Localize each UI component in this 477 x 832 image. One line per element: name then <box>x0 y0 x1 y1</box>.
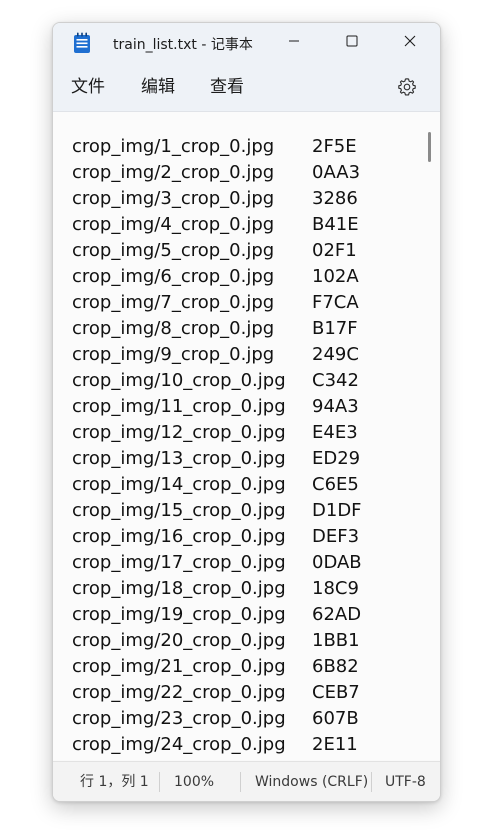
text-line: crop_img/23_crop_0.jpg 607B <box>72 706 362 732</box>
status-divider <box>159 772 160 792</box>
minimize-icon <box>289 40 299 42</box>
line-code: 62AD <box>312 604 362 625</box>
text-line: crop_img/5_crop_0.jpg 02F1 <box>72 238 362 264</box>
line-code: 607B <box>312 708 359 729</box>
line-filename: crop_img/17_crop_0.jpg <box>72 552 286 573</box>
line-code: ED29 <box>312 448 361 469</box>
line-code: 02F1 <box>312 240 357 261</box>
line-code: 3286 <box>312 188 358 209</box>
line-code: 102A <box>312 266 359 287</box>
line-filename: crop_img/7_crop_0.jpg <box>72 292 275 313</box>
line-filename: crop_img/20_crop_0.jpg <box>72 630 286 651</box>
text-line: crop_img/20_crop_0.jpg 1BB1 <box>72 628 362 654</box>
text-line: crop_img/7_crop_0.jpg F7CA <box>72 290 362 316</box>
text-line: crop_img/1_crop_0.jpg 2F5E <box>72 134 362 160</box>
maximize-button[interactable] <box>323 23 381 59</box>
text-line: crop_img/18_crop_0.jpg 18C9 <box>72 576 362 602</box>
line-filename: crop_img/22_crop_0.jpg <box>72 682 286 703</box>
line-filename: crop_img/8_crop_0.jpg <box>72 318 275 339</box>
notepad-window: train_list.txt - 记事本 文件 编辑 查看 crop_img/1… <box>52 22 441 802</box>
zoom-level[interactable]: 100% <box>174 762 214 801</box>
line-code: 94A3 <box>312 396 359 417</box>
line-filename: crop_img/4_crop_0.jpg <box>72 214 275 235</box>
menu-file[interactable]: 文件 <box>63 63 113 111</box>
text-line: crop_img/22_crop_0.jpg CEB7 <box>72 680 362 706</box>
line-code: 18C9 <box>312 578 359 599</box>
notepad-app-icon <box>73 32 91 54</box>
line-code: C6E5 <box>312 474 359 495</box>
text-line: crop_img/12_crop_0.jpg E4E3 <box>72 420 362 446</box>
text-line: crop_img/9_crop_0.jpg 249C <box>72 342 362 368</box>
line-code: CEB7 <box>312 682 360 703</box>
line-filename: crop_img/14_crop_0.jpg <box>72 474 286 495</box>
line-filename: crop_img/1_crop_0.jpg <box>72 136 275 157</box>
line-filename: crop_img/19_crop_0.jpg <box>72 604 286 625</box>
menu-bar: 文件 编辑 查看 <box>53 63 440 112</box>
minimize-button[interactable] <box>265 23 323 59</box>
line-code: B41E <box>312 214 359 235</box>
line-filename: crop_img/16_crop_0.jpg <box>72 526 286 547</box>
text-line: crop_img/17_crop_0.jpg 0DAB <box>72 550 362 576</box>
text-line: crop_img/10_crop_0.jpg C342 <box>72 368 362 394</box>
text-line: crop_img/2_crop_0.jpg 0AA3 <box>72 160 362 186</box>
line-filename: crop_img/5_crop_0.jpg <box>72 240 275 261</box>
cursor-position[interactable]: 行 1，列 1 <box>80 762 149 801</box>
line-code: 2F5E <box>312 136 357 157</box>
text-line: crop_img/3_crop_0.jpg 3286 <box>72 186 362 212</box>
text-line: crop_img/11_crop_0.jpg 94A3 <box>72 394 362 420</box>
settings-button[interactable] <box>397 77 417 97</box>
line-code: 249C <box>312 344 359 365</box>
encoding[interactable]: UTF-8 <box>385 762 426 801</box>
line-ending[interactable]: Windows (CRLF) <box>255 762 368 801</box>
gear-icon <box>398 78 416 96</box>
line-filename: crop_img/12_crop_0.jpg <box>72 422 286 443</box>
line-code: 0AA3 <box>312 162 361 183</box>
line-code: 6B82 <box>312 656 359 677</box>
text-line: crop_img/15_crop_0.jpg D1DF <box>72 498 362 524</box>
text-line: crop_img/6_crop_0.jpg 102A <box>72 264 362 290</box>
text-line: crop_img/13_crop_0.jpg ED29 <box>72 446 362 472</box>
text-line: crop_img/21_crop_0.jpg 6B82 <box>72 654 362 680</box>
line-filename: crop_img/15_crop_0.jpg <box>72 500 286 521</box>
menu-edit[interactable]: 编辑 <box>133 63 183 111</box>
title-bar[interactable]: train_list.txt - 记事本 <box>53 23 440 63</box>
close-button[interactable] <box>381 23 439 59</box>
line-code: F7CA <box>312 292 359 313</box>
line-filename: crop_img/6_crop_0.jpg <box>72 266 275 287</box>
text-line: crop_img/8_crop_0.jpg B17F <box>72 316 362 342</box>
close-icon <box>404 35 416 47</box>
line-code: 2E11 <box>312 734 358 755</box>
line-filename: crop_img/21_crop_0.jpg <box>72 656 286 677</box>
status-bar: 行 1，列 1 100% Windows (CRLF) UTF-8 <box>53 761 440 801</box>
text-editor[interactable]: crop_img/1_crop_0.jpg 2F5E crop_img/2_crop… <box>53 112 440 760</box>
line-filename: crop_img/23_crop_0.jpg <box>72 708 286 729</box>
line-filename: crop_img/10_crop_0.jpg <box>72 370 286 391</box>
line-filename: crop_img/2_crop_0.jpg <box>72 162 275 183</box>
line-code: E4E3 <box>312 422 358 443</box>
line-code: 1BB1 <box>312 630 360 651</box>
line-filename: crop_img/3_crop_0.jpg <box>72 188 275 209</box>
vertical-scrollbar[interactable] <box>428 132 431 162</box>
maximize-icon <box>346 35 358 47</box>
status-divider <box>240 772 241 792</box>
text-line: crop_img/24_crop_0.jpg 2E11 <box>72 732 362 758</box>
line-code: D1DF <box>312 500 362 521</box>
text-line: crop_img/14_crop_0.jpg C6E5 <box>72 472 362 498</box>
line-code: 0DAB <box>312 552 362 573</box>
line-filename: crop_img/11_crop_0.jpg <box>72 396 286 417</box>
line-filename: crop_img/9_crop_0.jpg <box>72 344 275 365</box>
line-code: C342 <box>312 370 359 391</box>
line-filename: crop_img/18_crop_0.jpg <box>72 578 286 599</box>
window-title: train_list.txt - 记事本 <box>113 37 253 53</box>
menu-view[interactable]: 查看 <box>202 63 252 111</box>
status-divider <box>371 772 372 792</box>
text-line: crop_img/16_crop_0.jpg DEF3 <box>72 524 362 550</box>
line-code: B17F <box>312 318 358 339</box>
text-line: crop_img/4_crop_0.jpg B41E <box>72 212 362 238</box>
text-lines: crop_img/1_crop_0.jpg 2F5E crop_img/2_crop… <box>72 134 362 758</box>
line-code: DEF3 <box>312 526 360 547</box>
line-filename: crop_img/13_crop_0.jpg <box>72 448 286 469</box>
text-line: crop_img/19_crop_0.jpg 62AD <box>72 602 362 628</box>
line-filename: crop_img/24_crop_0.jpg <box>72 734 286 755</box>
